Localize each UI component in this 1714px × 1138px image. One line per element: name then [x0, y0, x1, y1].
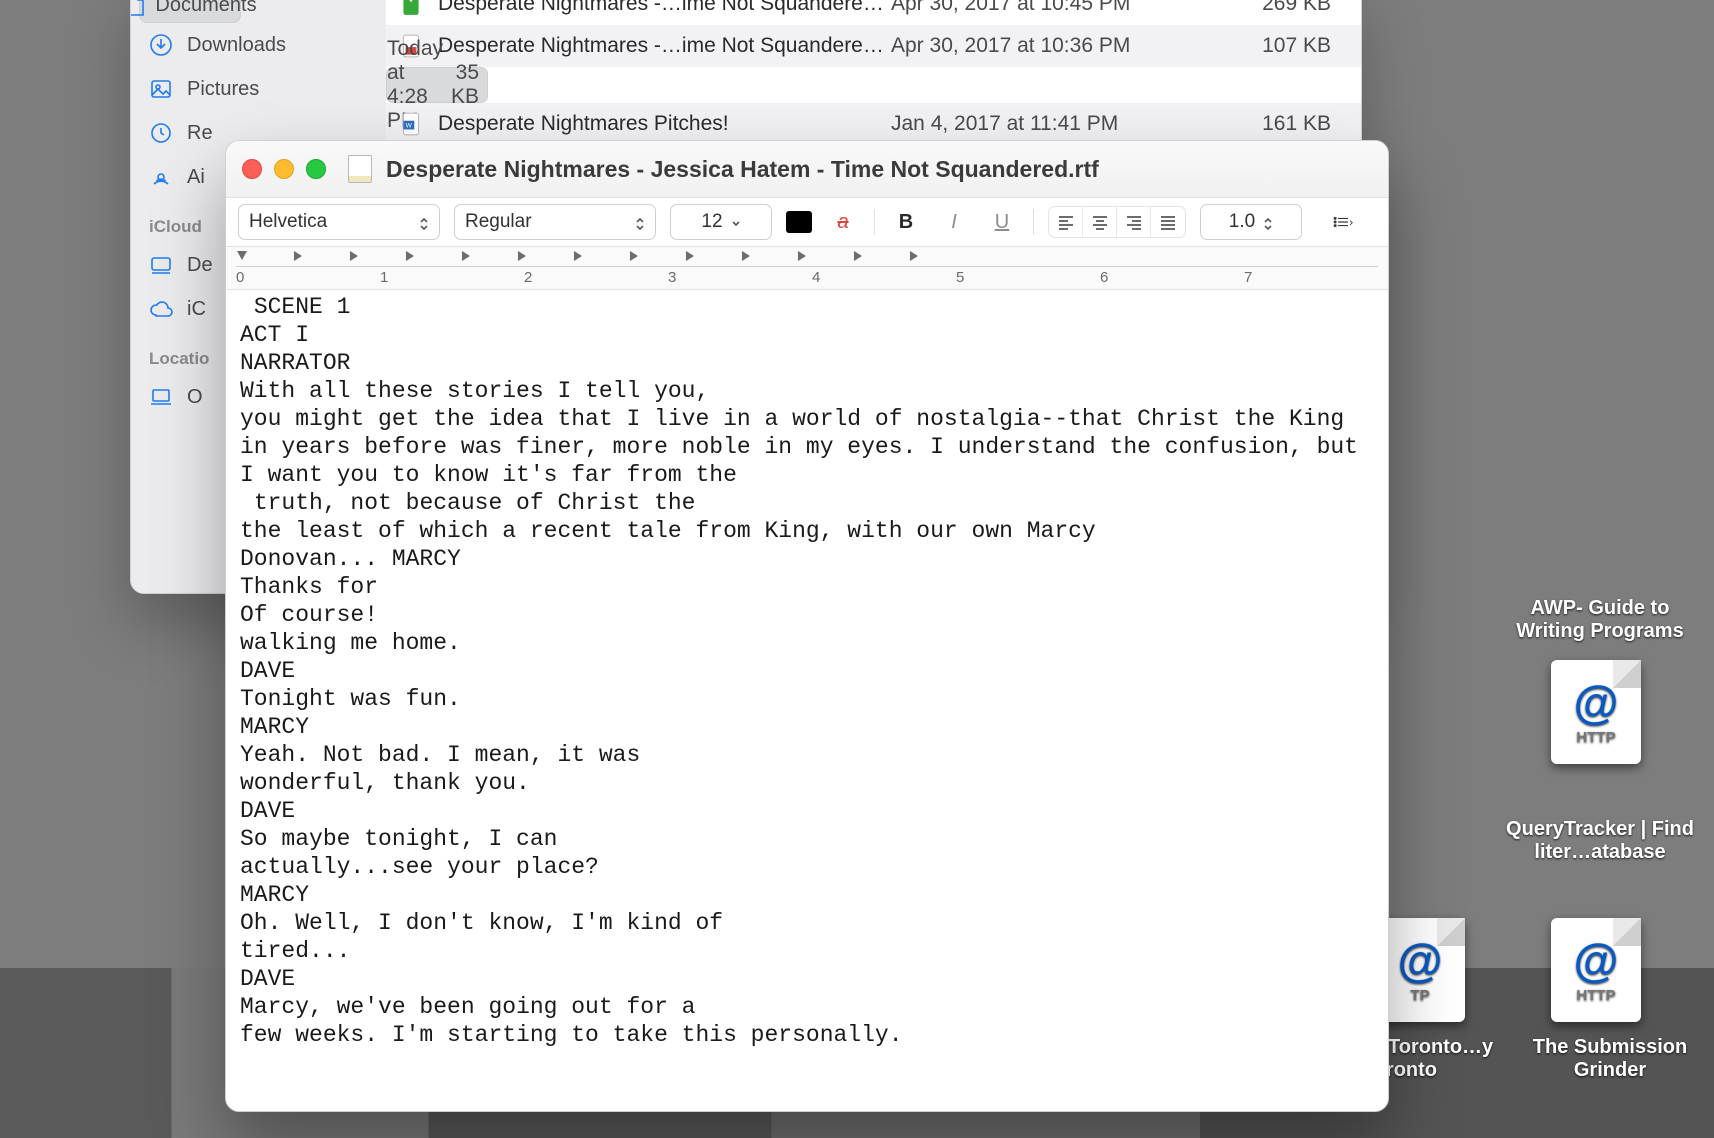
desktop-webloc-label: AWP- Guide to Writing Programs: [1516, 597, 1683, 642]
document-body[interactable]: SCENE 1 ACT I NARRATOR With all these st…: [226, 289, 1388, 1111]
font-family-select[interactable]: Helvetica: [238, 204, 440, 240]
ruler-label: 4: [812, 269, 820, 286]
alignment-group: [1048, 206, 1186, 238]
sidebar-item-pictures[interactable]: Pictures: [131, 67, 386, 111]
ruler-label: 3: [668, 269, 676, 286]
zoom-button[interactable]: [306, 159, 326, 179]
desktop-webloc-label: QueryTracker | Find liter…atabase: [1506, 818, 1694, 863]
airdrop-icon: [149, 165, 173, 189]
sidebar-item-label: Documents: [155, 0, 256, 17]
file-size: 107 KB: [1231, 34, 1361, 58]
window-controls: [242, 159, 326, 179]
desktop-icon: [149, 253, 173, 277]
file-name: Desperate Nightmares -…ime Not Squandere…: [438, 34, 891, 58]
file-size: 161 KB: [1231, 112, 1361, 136]
file-date: Jan 4, 2017 at 11:41 PM: [891, 112, 1231, 136]
chevron-updown-icon: [419, 215, 429, 229]
sidebar-item-label: De: [187, 254, 213, 277]
desktop-webloc[interactable]: QueryTracker | Find liter…atabase: [1500, 818, 1700, 864]
sidebar-item-downloads[interactable]: Downloads: [131, 23, 386, 67]
strike-color-button[interactable]: a: [826, 207, 860, 237]
file-size: 35 KB: [451, 61, 509, 109]
text-color-swatch[interactable]: [786, 211, 812, 233]
align-left-button[interactable]: [1049, 207, 1083, 237]
list-style-button[interactable]: [1316, 207, 1370, 237]
format-toolbar: Helvetica Regular 12 a B I U: [226, 198, 1388, 247]
font-size-select[interactable]: 12: [670, 204, 772, 240]
ruler-label: 0: [236, 269, 244, 286]
file-name: Desperate Nightmares -…ime Not Squandere…: [438, 0, 891, 16]
file-name: Desperate Nightmares Pitches!: [438, 112, 891, 136]
close-button[interactable]: [242, 159, 262, 179]
chevron-updown-icon: [1263, 215, 1273, 229]
align-center-button[interactable]: [1083, 207, 1117, 237]
file-type-icon: W: [398, 111, 424, 137]
sidebar-item-label: Downloads: [187, 34, 286, 57]
font-style-value: Regular: [465, 211, 532, 233]
ruler-label: 6: [1100, 269, 1108, 286]
desktop-webloc-icon[interactable]: @HTTP: [1546, 918, 1646, 1030]
file-size: 269 KB: [1231, 0, 1361, 16]
file-date: Apr 30, 2017 at 10:45 PM: [891, 0, 1231, 16]
ruler-label: 2: [524, 269, 532, 286]
separator: [1033, 209, 1034, 235]
sidebar-item-label: Ai: [187, 166, 205, 189]
desktop-background: AWP- Guide to Writing Programs @HTTP Que…: [0, 0, 1714, 1138]
file-row[interactable]: Desperate Nightmares -…Time Not Squander…: [386, 67, 488, 103]
font-style-select[interactable]: Regular: [454, 204, 656, 240]
font-size-value: 12: [701, 211, 722, 233]
desktop-webloc[interactable]: The Submission Grinder: [1510, 1036, 1710, 1082]
recents-icon: [149, 121, 173, 145]
chevron-down-icon: [731, 215, 741, 229]
ruler-label: 1: [380, 269, 388, 286]
line-spacing-select[interactable]: 1.0: [1200, 204, 1302, 240]
laptop-icon: [149, 385, 173, 409]
webloc-file-icon: @HTTP: [1551, 660, 1641, 764]
file-type-icon: [398, 0, 424, 17]
textedit-window[interactable]: Desperate Nightmares - Jessica Hatem - T…: [225, 140, 1389, 1112]
file-date: Apr 30, 2017 at 10:36 PM: [891, 34, 1231, 58]
document-proxy-icon[interactable]: [348, 155, 372, 183]
minimize-button[interactable]: [274, 159, 294, 179]
pictures-icon: [149, 77, 173, 101]
sidebar-item-label: O: [187, 386, 203, 409]
webloc-file-icon: @HTTP: [1551, 918, 1641, 1022]
icloud-icon: [149, 297, 173, 321]
underline-button[interactable]: U: [985, 207, 1019, 237]
desktop-webloc[interactable]: AWP- Guide to Writing Programs: [1500, 597, 1700, 643]
file-row[interactable]: W Desperate Nightmares Pitches!Jan 4, 201…: [386, 103, 1361, 145]
ruler-scale: 0 1 2 3 4 5 6 7: [236, 266, 1378, 289]
documents-icon: [130, 0, 147, 17]
desktop-webloc-icon[interactable]: @HTTP: [1546, 660, 1646, 772]
sidebar-item-label: iC: [187, 298, 206, 321]
file-row[interactable]: Desperate Nightmares -…ime Not Squandere…: [386, 0, 1361, 25]
ruler[interactable]: 0 1 2 3 4 5 6 7: [226, 247, 1388, 290]
italic-button[interactable]: I: [937, 207, 971, 237]
align-justify-button[interactable]: [1151, 207, 1185, 237]
line-spacing-value: 1.0: [1229, 211, 1255, 233]
chevron-updown-icon: [635, 215, 645, 229]
sidebar-item-documents[interactable]: Documents: [139, 0, 241, 23]
font-family-value: Helvetica: [249, 211, 327, 233]
bold-button[interactable]: B: [889, 207, 923, 237]
ruler-label: 5: [956, 269, 964, 286]
sidebar-item-label: Re: [187, 122, 213, 145]
align-right-button[interactable]: [1117, 207, 1151, 237]
sidebar-item-label: Pictures: [187, 78, 259, 101]
ruler-label: 7: [1244, 269, 1252, 286]
window-title: Desperate Nightmares - Jessica Hatem - T…: [386, 156, 1099, 183]
downloads-icon: [149, 33, 173, 57]
ruler-tabstops: [236, 249, 1378, 265]
svg-text:W: W: [406, 122, 413, 129]
titlebar[interactable]: Desperate Nightmares - Jessica Hatem - T…: [226, 141, 1388, 198]
separator: [874, 209, 875, 235]
file-row[interactable]: Desperate Nightmares -…ime Not Squandere…: [386, 25, 1361, 67]
desktop-webloc-label: The Submission Grinder: [1533, 1036, 1687, 1081]
